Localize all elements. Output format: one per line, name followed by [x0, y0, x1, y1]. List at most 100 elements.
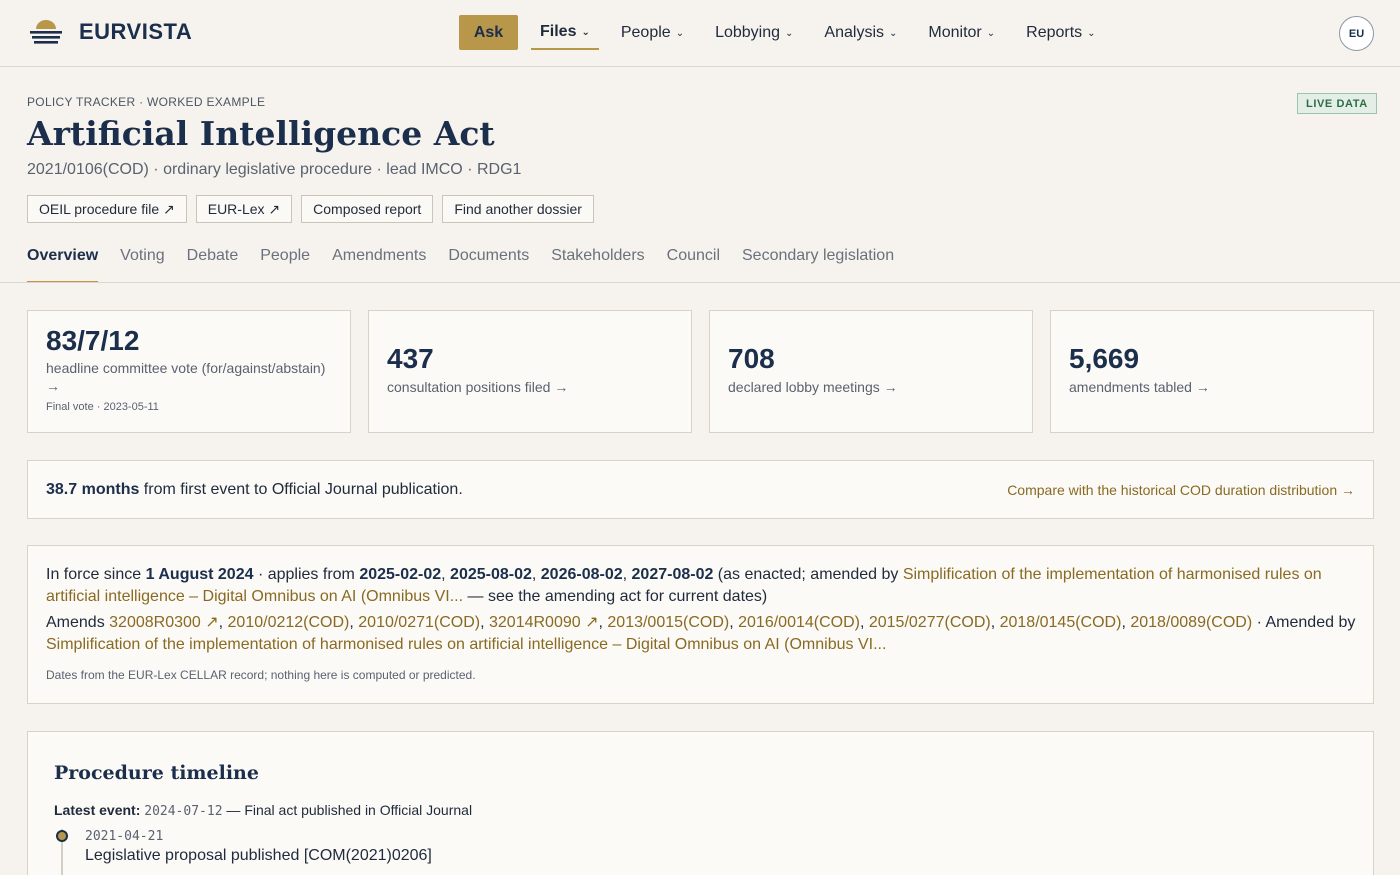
amends-paragraph: Amends 32008R0300 ↗, 2010/0212(COD), 201… [46, 612, 1356, 656]
tab-debate[interactable]: Debate [187, 240, 239, 283]
timeline-event-text: Legislative proposal published [COM(2021… [85, 847, 432, 864]
nav-item-people[interactable]: People ⌄ [612, 15, 693, 50]
timeline-title: Procedure timeline [54, 762, 259, 784]
amended-by-label: · Amended by [1252, 614, 1356, 631]
tab-council[interactable]: Council [667, 240, 720, 283]
application-date: 2025-08-02 [450, 566, 532, 583]
stat-value: 437 [387, 343, 434, 374]
amended-act-link[interactable]: 2010/0271(COD) [358, 614, 480, 631]
brand-logo[interactable]: EURVISTA [30, 19, 192, 45]
timeline-event-date: 2021-04-21 [85, 829, 164, 844]
separator: , [1121, 614, 1131, 631]
amended-act-link[interactable]: 2016/0014(COD) [738, 614, 860, 631]
stat-value: 708 [728, 343, 775, 374]
header-actions: OEIL procedure file ↗ EUR-Lex ↗ Composed… [27, 195, 603, 223]
in-force-prefix: In force since [46, 566, 146, 583]
separator: , [349, 614, 359, 631]
stat-label: amendments tabled → [1069, 379, 1210, 395]
latest-event-label: Latest event: [54, 802, 141, 818]
duration-summary: 38.7 months from first event to Official… [46, 481, 463, 499]
tab-stakeholders[interactable]: Stakeholders [551, 240, 644, 283]
chevron-down-icon: ⌄ [986, 28, 996, 39]
duration-panel: 38.7 months from first event to Official… [27, 460, 1374, 519]
compare-duration-link[interactable]: Compare with the historical COD duration… [1007, 482, 1355, 498]
source-note: Dates from the EUR-Lex CELLAR record; no… [46, 668, 476, 682]
stat-label: consultation positions filed → [387, 379, 569, 395]
timeline-dot-icon [56, 830, 68, 842]
nav-item-reports[interactable]: Reports ⌄ [1017, 15, 1104, 50]
stat-label: declared lobby meetings → [728, 379, 898, 395]
tab-voting[interactable]: Voting [120, 240, 164, 283]
nav-label: Files [540, 22, 577, 40]
separator: , [218, 614, 228, 631]
applies-from-label: · applies from [253, 566, 360, 583]
page-title: Artificial Intelligence Act [27, 114, 495, 153]
composed-report-button[interactable]: Composed report [301, 195, 434, 223]
stat-card-committee-vote[interactable]: 83/7/12 headline committee vote (for/aga… [27, 310, 351, 433]
latest-event-date: 2024-07-12 [144, 804, 223, 819]
amended-note: (as enacted; amended by [713, 566, 903, 583]
find-dossier-button[interactable]: Find another dossier [442, 195, 594, 223]
logo-icon [30, 20, 62, 44]
in-force-paragraph: In force since 1 August 2024 · applies f… [46, 564, 1356, 608]
nav-item-files[interactable]: Files ⌄ [531, 15, 599, 50]
stat-card-lobby-meetings[interactable]: 708 declared lobby meetings → [709, 310, 1033, 433]
duration-description: from first event to Official Journal pub… [139, 481, 463, 498]
tab-overview[interactable]: Overview [27, 240, 99, 283]
amended-by-link[interactable]: Simplification of the implementation of … [46, 636, 886, 653]
separator: , [990, 614, 1000, 631]
top-navigation-bar: EURVISTA Ask Files ⌄ People ⌄ Lobbying ⌄ An… [0, 0, 1400, 67]
tab-people[interactable]: People [260, 240, 310, 283]
stat-card-consultation-positions[interactable]: 437 consultation positions filed → [368, 310, 692, 433]
application-date: 2025-02-02 [359, 566, 442, 583]
amended-act-link[interactable]: 2018/0089(COD) [1130, 614, 1252, 631]
stat-card-amendments[interactable]: 5,669 amendments tabled → [1050, 310, 1374, 433]
chevron-down-icon: ⌄ [581, 27, 590, 38]
latest-event-text: Final act published in Official Journal [244, 802, 473, 818]
tab-amendments[interactable]: Amendments [332, 240, 426, 283]
amended-act-link[interactable]: 32014R0090 ↗ [489, 614, 599, 631]
application-date: 2026-08-02 [540, 566, 623, 583]
in-force-date: 1 August 2024 [145, 566, 254, 583]
amended-note-suffix: — see the amending act for current dates… [463, 588, 768, 605]
procedure-timeline-panel: Procedure timeline Latest event: 2024-07… [27, 731, 1374, 875]
latest-event: Latest event: 2024-07-12 — Final act pub… [54, 802, 472, 819]
dossier-tabs: Overview Voting Debate People Amendments… [27, 240, 916, 283]
amended-act-link[interactable]: 32008R0300 ↗ [109, 614, 219, 631]
separator: , [441, 566, 451, 583]
avatar[interactable]: EU [1339, 16, 1374, 51]
in-force-panel: In force since 1 August 2024 · applies f… [27, 545, 1374, 704]
nav-label: Monitor [928, 23, 982, 41]
stat-footnote: Final vote · 2023-05-11 [46, 401, 159, 413]
ask-button[interactable]: Ask [459, 15, 518, 50]
chevron-down-icon: ⌄ [785, 28, 794, 39]
oeil-procedure-button[interactable]: OEIL procedure file ↗ [27, 195, 187, 223]
duration-value: 38.7 months [46, 481, 140, 498]
tab-documents[interactable]: Documents [448, 240, 529, 283]
tabs-divider [0, 282, 1400, 283]
page-subtitle: 2021/0106(COD) · ordinary legislative pr… [27, 161, 522, 178]
status-badge: LIVE DATA [1297, 93, 1377, 114]
amended-act-link[interactable]: 2015/0277(COD) [869, 614, 991, 631]
separator: , [622, 566, 632, 583]
nav-label: Reports [1026, 23, 1083, 41]
separator: , [729, 614, 739, 631]
amended-act-link[interactable]: 2018/0145(COD) [1000, 614, 1122, 631]
separator: , [859, 614, 869, 631]
chevron-down-icon: ⌄ [675, 28, 685, 39]
amended-act-link[interactable]: 2013/0015(COD) [607, 614, 729, 631]
chevron-down-icon: ⌄ [1087, 28, 1096, 39]
amended-act-link[interactable]: 2010/0212(COD) [228, 614, 350, 631]
separator: , [531, 566, 541, 583]
nav-item-analysis[interactable]: Analysis ⌄ [815, 15, 906, 50]
brand-name: EURVISTA [79, 19, 193, 44]
stat-value: 83/7/12 [46, 325, 140, 356]
tab-secondary-legislation[interactable]: Secondary legislation [742, 240, 894, 283]
nav-item-lobbying[interactable]: Lobbying ⌄ [706, 15, 802, 50]
eur-lex-button[interactable]: EUR-Lex ↗ [195, 195, 293, 223]
page-eyebrow: POLICY TRACKER · WORKED EXAMPLE [27, 95, 266, 109]
chevron-down-icon: ⌄ [889, 28, 898, 39]
nav-item-monitor[interactable]: Monitor ⌄ [919, 15, 1004, 50]
stat-value: 5,669 [1069, 343, 1140, 374]
nav-label: Analysis [824, 23, 884, 41]
